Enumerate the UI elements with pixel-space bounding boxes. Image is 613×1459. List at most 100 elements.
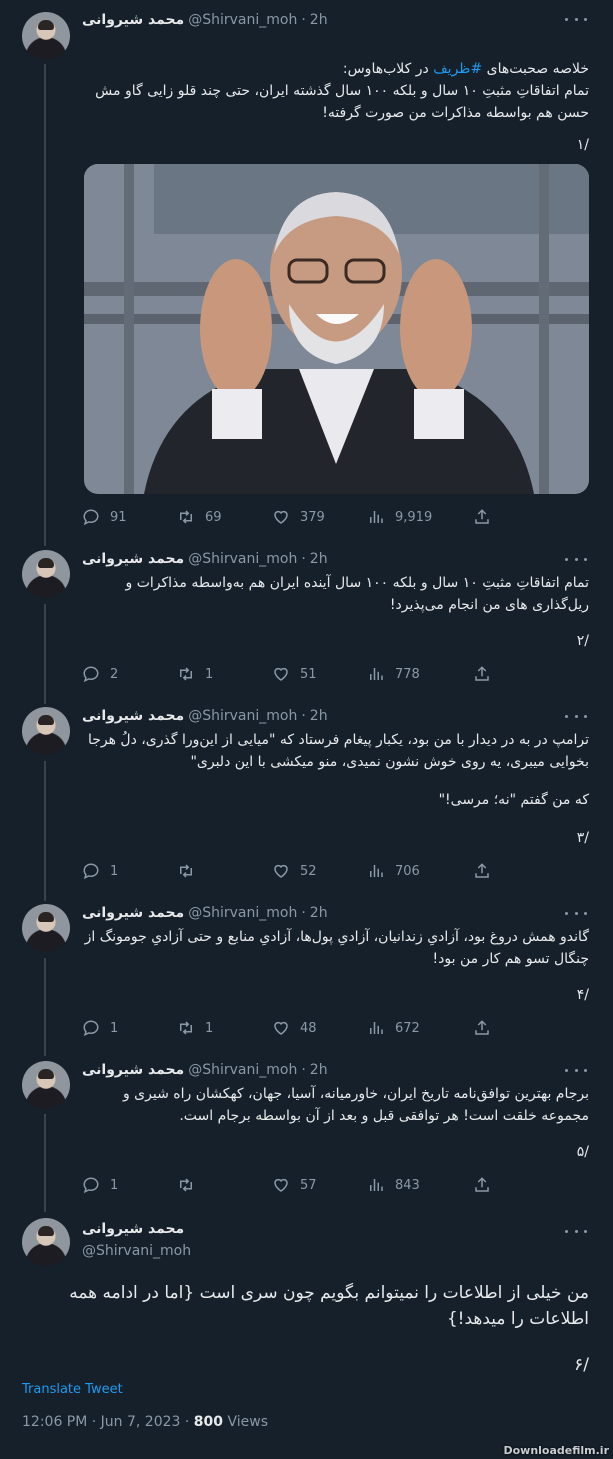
translate-tweet-link[interactable]: Translate Tweet xyxy=(22,1382,123,1397)
views-button[interactable]: 9,919 xyxy=(367,506,462,528)
like-count: 52 xyxy=(300,863,317,879)
thread-line xyxy=(44,1114,46,1212)
intro-text: خلاصه صحبت‌های xyxy=(482,61,589,77)
like-button[interactable]: 379 xyxy=(272,506,367,528)
tweet-actions: 1 52 706 xyxy=(82,860,512,882)
reply-count: 1 xyxy=(110,1020,119,1036)
tweet-text: تمام اتفاقاتِ مثبتِ ۱۰ سال و بلکه ۱۰۰ سا… xyxy=(95,83,589,121)
more-options-icon[interactable] xyxy=(565,1063,587,1077)
share-icon xyxy=(475,1020,489,1035)
retweet-button[interactable] xyxy=(177,1174,272,1196)
views-count: 800 xyxy=(193,1414,224,1430)
views-button[interactable]: 706 xyxy=(367,860,462,882)
more-options-icon[interactable] xyxy=(565,1224,587,1238)
more-options-icon[interactable] xyxy=(565,709,587,723)
author-name[interactable]: محمد شیروانی xyxy=(82,1062,184,1078)
reply-button[interactable]: 1 xyxy=(82,1017,177,1039)
retweet-icon xyxy=(180,864,192,878)
tweet-text: ترامپ در به در دیدار با من بود، یکبار پی… xyxy=(87,732,589,770)
avatar[interactable] xyxy=(22,550,70,598)
tweet-header: محمد شیروانی @Shirvani_moh · 2h xyxy=(82,705,553,727)
like-button[interactable]: 52 xyxy=(272,860,367,882)
tweet-header: محمد شیروانی @Shirvani_moh · 2h xyxy=(82,902,553,924)
author-handle[interactable]: @Shirvani_moh xyxy=(82,1243,191,1259)
share-button[interactable] xyxy=(462,663,502,685)
author-handle[interactable]: @Shirvani_moh xyxy=(188,708,297,724)
tweet-time[interactable]: 2h xyxy=(310,1062,328,1078)
retweet-button[interactable]: 69 xyxy=(177,506,272,528)
share-button[interactable] xyxy=(462,1017,502,1039)
view-count: 706 xyxy=(395,863,420,879)
views-button[interactable]: 778 xyxy=(367,663,462,685)
avatar[interactable] xyxy=(22,1061,70,1109)
tweet-time[interactable]: 2h xyxy=(310,12,328,28)
author-name[interactable]: محمد شیروانی xyxy=(82,551,184,567)
tweet-text: گاندو همش دروغ بود، آزادیِ زندانیان، آزا… xyxy=(84,929,589,967)
share-icon xyxy=(475,863,489,878)
retweet-button[interactable]: 1 xyxy=(177,1017,272,1039)
reply-count: 2 xyxy=(110,666,119,682)
tweet-actions: 1 1 48 672 xyxy=(82,1017,512,1039)
tweet-text: برجام بهترین توافق‌نامه تاریخ ایران، خاو… xyxy=(122,1086,589,1124)
tweet-time[interactable]: 2h xyxy=(310,708,328,724)
tweet-actions: 2 1 51 778 xyxy=(82,663,512,685)
tweet-time[interactable]: 2h xyxy=(310,905,328,921)
share-button[interactable] xyxy=(462,1174,502,1196)
views-icon xyxy=(370,668,383,680)
author-handle[interactable]: @Shirvani_moh xyxy=(188,905,297,921)
tweet-header: محمد شیروانی xyxy=(82,1218,553,1240)
reply-button[interactable]: 1 xyxy=(82,860,177,882)
views-button[interactable]: 672 xyxy=(367,1017,462,1039)
view-count: 843 xyxy=(395,1177,420,1193)
avatar[interactable] xyxy=(22,904,70,952)
tweet-text: من خیلی از اطلاعات را نمیتوانم بگویم چون… xyxy=(69,1283,589,1329)
author-name[interactable]: محمد شیروانی xyxy=(82,1221,184,1237)
more-options-icon[interactable] xyxy=(565,906,587,920)
views-button[interactable]: 843 xyxy=(367,1174,462,1196)
author-handle[interactable]: @Shirvani_moh xyxy=(188,551,297,567)
share-button[interactable] xyxy=(462,860,502,882)
thread-line xyxy=(44,64,46,546)
author-handle[interactable]: @Shirvani_moh xyxy=(188,12,297,28)
tweet-time[interactable]: 2h xyxy=(310,551,328,567)
separator-dot: · xyxy=(301,905,306,921)
more-options-icon[interactable] xyxy=(565,12,587,26)
share-icon xyxy=(475,509,489,524)
tweet-timestamp[interactable]: 12:06 PM · Jun 7, 2023 · xyxy=(22,1414,194,1430)
author-name[interactable]: محمد شیروانی xyxy=(82,12,184,28)
more-options-icon[interactable] xyxy=(565,552,587,566)
share-icon xyxy=(475,666,489,681)
views-icon xyxy=(370,865,383,877)
separator-dot: · xyxy=(301,12,306,28)
reply-icon xyxy=(83,1177,99,1194)
separator-dot: · xyxy=(301,1062,306,1078)
like-button[interactable]: 51 xyxy=(272,663,367,685)
retweet-button[interactable] xyxy=(177,860,272,882)
like-button[interactable]: 57 xyxy=(272,1174,367,1196)
reply-count: 91 xyxy=(110,509,127,525)
retweet-icon xyxy=(180,1021,192,1035)
reply-count: 1 xyxy=(110,1177,119,1193)
tweet-photo[interactable] xyxy=(84,164,589,494)
share-button[interactable] xyxy=(462,506,502,528)
separator-dot: · xyxy=(301,708,306,724)
reply-button[interactable]: 91 xyxy=(82,506,177,528)
photo-image xyxy=(84,164,589,494)
reply-button[interactable]: 1 xyxy=(82,1174,177,1196)
reply-button[interactable]: 2 xyxy=(82,663,177,685)
author-name[interactable]: محمد شیروانی xyxy=(82,905,184,921)
heart-icon xyxy=(274,1021,288,1035)
avatar[interactable] xyxy=(22,12,70,60)
tweet-header: محمد شیروانی @Shirvani_moh · 2h xyxy=(82,9,553,31)
hashtag-link[interactable]: #ظریف xyxy=(433,61,482,77)
like-button[interactable]: 48 xyxy=(272,1017,367,1039)
author-name[interactable]: محمد شیروانی xyxy=(82,708,184,724)
author-handle[interactable]: @Shirvani_moh xyxy=(188,1062,297,1078)
like-count: 48 xyxy=(300,1020,317,1036)
thread-number: /۵ xyxy=(576,1144,589,1160)
retweet-button[interactable]: 1 xyxy=(177,663,272,685)
tweet-actions: 91 69 379 9,919 xyxy=(82,506,512,528)
avatar[interactable] xyxy=(22,707,70,755)
thread-line xyxy=(44,604,46,704)
avatar[interactable] xyxy=(22,1218,70,1266)
